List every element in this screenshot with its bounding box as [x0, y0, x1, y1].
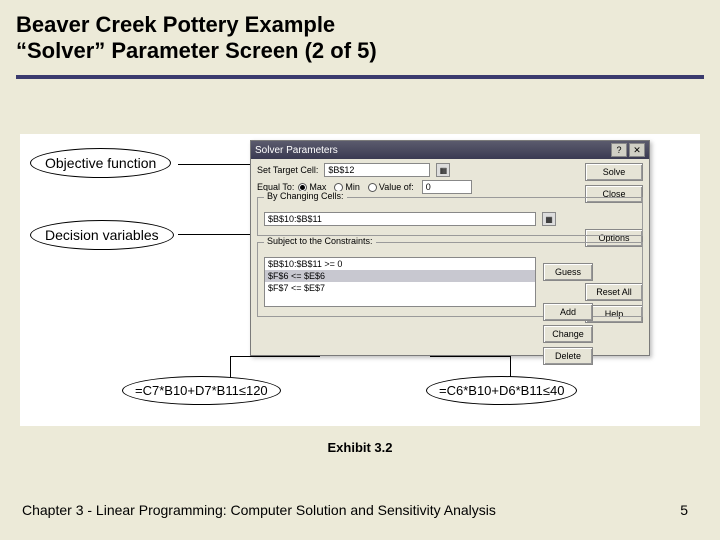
formula-callout-2: =C6*B10+D6*B11≤40 [426, 376, 577, 405]
exhibit-caption: Exhibit 3.2 [0, 440, 720, 455]
solve-button[interactable]: Solve [585, 163, 643, 181]
formula-callout-1: =C7*B10+D7*B11≤120 [122, 376, 281, 405]
constraint-row[interactable]: $F$6 <= $E$6 [265, 270, 535, 282]
lead-line [430, 356, 510, 357]
radio-value-of[interactable]: Value of: [368, 182, 414, 192]
title-line-1: Beaver Creek Pottery Example [16, 12, 335, 37]
constraints-label: Subject to the Constraints: [264, 236, 376, 246]
radio-min-label: Min [345, 182, 360, 192]
set-target-label: Set Target Cell: [257, 165, 318, 175]
callout-objective: Objective function [30, 148, 171, 178]
value-of-input[interactable]: 0 [422, 180, 472, 194]
dialog-title: Solver Parameters [255, 145, 338, 156]
callout-decision: Decision variables [30, 220, 174, 250]
close-icon[interactable]: ✕ [629, 143, 645, 157]
changing-cells-label: By Changing Cells: [264, 191, 347, 201]
footer-chapter: Chapter 3 - Linear Programming: Computer… [22, 502, 496, 518]
constraint-row[interactable]: $F$7 <= $E$7 [265, 282, 535, 294]
lead-line [230, 356, 320, 357]
footer-page-number: 5 [680, 502, 688, 518]
change-button[interactable]: Change [543, 325, 593, 343]
constraints-listbox[interactable]: $B$10:$B$11 >= 0 $F$6 <= $E$6 $F$7 <= $E… [264, 257, 536, 307]
changing-cells-group: By Changing Cells: $B$10:$B$11 ▦ [257, 197, 643, 236]
dialog-titlebar[interactable]: Solver Parameters ? ✕ [251, 141, 649, 159]
constraint-row[interactable]: $B$10:$B$11 >= 0 [265, 258, 535, 270]
range-picker-icon[interactable]: ▦ [542, 212, 556, 226]
slide-title: Beaver Creek Pottery Example “Solver” Pa… [0, 0, 720, 73]
radio-value-label: Value of: [379, 182, 414, 192]
figure-area: Objective function Decision variables So… [20, 134, 700, 426]
target-cell-input[interactable]: $B$12 [324, 163, 430, 177]
title-rule [16, 75, 704, 79]
solver-dialog: Solver Parameters ? ✕ Solve Close Option… [250, 140, 650, 356]
range-picker-icon[interactable]: ▦ [436, 163, 450, 177]
title-line-2: “Solver” Parameter Screen (2 of 5) [16, 38, 377, 63]
delete-button[interactable]: Delete [543, 347, 593, 365]
help-icon[interactable]: ? [611, 143, 627, 157]
changing-cells-input[interactable]: $B$10:$B$11 [264, 212, 536, 226]
add-button[interactable]: Add [543, 303, 593, 321]
